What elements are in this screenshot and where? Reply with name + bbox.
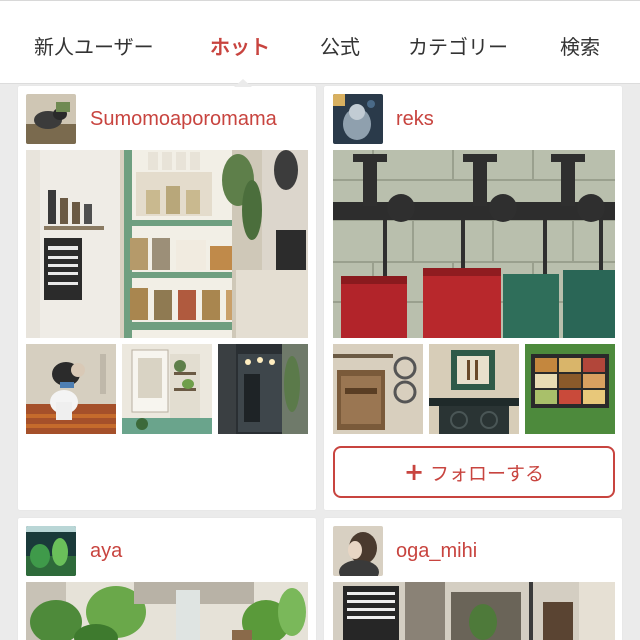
user-card-reks[interactable]: reks + フォローする (324, 86, 622, 510)
username-link[interactable]: oga_mihi (396, 540, 477, 563)
active-tab-indicator (234, 79, 252, 87)
aquarium-avatar-icon[interactable] (26, 526, 76, 576)
thumbnail-photo-3[interactable] (218, 344, 308, 434)
follow-button-label: フォローする (430, 462, 545, 485)
username-link[interactable]: Sumomoaporomama (90, 108, 277, 131)
plus-icon: + (403, 458, 425, 486)
main-photo[interactable] (26, 150, 308, 338)
dog-avatar-icon[interactable] (26, 94, 76, 144)
username-link[interactable]: reks (396, 108, 434, 131)
thumbnail-photo-2[interactable] (429, 344, 519, 434)
tab-new-users[interactable]: 新人ユーザー (34, 31, 154, 60)
user-card-aya[interactable]: aya (18, 518, 316, 640)
thumbnail-photo-1[interactable] (26, 344, 116, 434)
thumbnail-photo-2[interactable] (122, 344, 212, 434)
user-card-oga-mihi[interactable]: oga_mihi (324, 518, 622, 640)
user-card-sumomoaporomama[interactable]: Sumomoaporomama (18, 86, 316, 510)
main-photo[interactable] (26, 582, 308, 640)
tab-category[interactable]: カテゴリー (408, 31, 508, 60)
figure-avatar-icon[interactable] (333, 94, 383, 144)
username-link[interactable]: aya (90, 540, 122, 563)
tab-hot[interactable]: ホット (210, 31, 270, 60)
main-photo[interactable] (333, 582, 615, 640)
tab-official[interactable]: 公式 (320, 31, 360, 60)
main-photo[interactable] (333, 150, 615, 338)
thumbnail-photo-1[interactable] (333, 344, 423, 434)
top-tab-bar: 新人ユーザー ホット 公式 カテゴリー 検索 (0, 0, 640, 87)
thumbnail-photo-3[interactable] (525, 344, 615, 434)
person-avatar-icon[interactable] (333, 526, 383, 576)
follow-button[interactable]: + フォローする (333, 446, 615, 498)
tab-search[interactable]: 検索 (560, 31, 600, 60)
